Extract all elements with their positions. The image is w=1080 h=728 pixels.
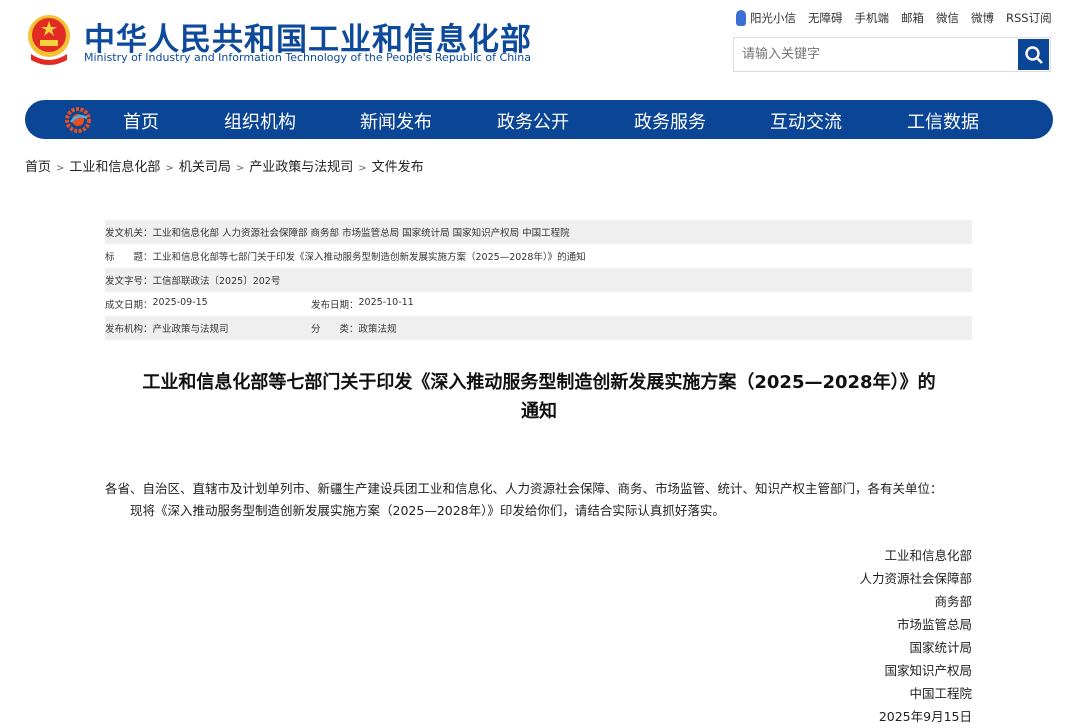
nav-gov-affairs[interactable]: 政务公开 <box>497 108 569 134</box>
search-icon <box>1024 45 1043 64</box>
breadcrumb: 首页 > 工业和信息化部 > 机关司局 > 产业政策与法规司 > 文件发布 <box>25 156 424 175</box>
breadcrumb-policy-dept[interactable]: 产业政策与法规司 <box>249 160 353 175</box>
info-row-docno: 发文字号： 工信部联政法〔2025〕202号 <box>105 268 972 292</box>
paragraph: 现将《深入推动服务型制造创新发展实施方案（2025—2028年）》印发给你们，请… <box>105 503 725 518</box>
link-rss[interactable]: RSS订阅 <box>1006 10 1052 26</box>
breadcrumb-separator: > <box>235 163 245 174</box>
nav-organization[interactable]: 组织机构 <box>224 108 296 134</box>
national-emblem-icon <box>28 15 70 65</box>
link-mail[interactable]: 邮箱 <box>901 10 924 26</box>
breadcrumb-ministry[interactable]: 工业和信息化部 <box>69 160 160 175</box>
signature-date: 2025年9月15日 <box>878 709 972 724</box>
article-body: 各省、自治区、直辖市及计划单列市、新疆生产建设兵团工业和信息化、人力资源社会保障… <box>105 478 943 522</box>
signatures: 工业和信息化部 人力资源社会保障部 商务部 市场监管总局 国家统计局 国家知识产… <box>859 544 972 728</box>
nav-gov-services[interactable]: 政务服务 <box>634 108 706 134</box>
info-row-title: 标 题： 工业和信息化部等七部门关于印发《深入推动服务型制造创新发展实施方案（20… <box>105 252 586 263</box>
breadcrumb-separator: > <box>165 163 174 174</box>
salutation: 各省、自治区、直辖市及计划单列市、新疆生产建设兵团工业和信息化、人力资源社会保障… <box>105 481 943 496</box>
search-input[interactable] <box>734 38 1017 71</box>
mascot-icon <box>736 10 746 26</box>
article-title: 工业和信息化部等七部门关于印发《深入推动服务型制造创新发展实施方案（2025—2… <box>142 372 936 422</box>
nav-home[interactable]: 首页 <box>123 108 159 134</box>
link-accessibility[interactable]: 无障碍 <box>808 10 843 26</box>
link-sunshine[interactable]: 阳光小信 <box>750 10 796 26</box>
breadcrumb-departments[interactable]: 机关司局 <box>179 160 231 175</box>
site-title-en: Ministry of Industry and Information Tec… <box>84 51 531 64</box>
breadcrumb-documents[interactable]: 文件发布 <box>372 160 424 175</box>
document-info-table: 发文机关： 工业和信息化部 人力资源社会保障部 商务部 市场监管总局 国家统计局 … <box>105 220 972 340</box>
top-links: 阳光小信 无障碍 手机端 邮箱 微信 微博 RSS订阅 <box>736 10 1052 26</box>
site-logo-icon <box>65 107 91 133</box>
link-wechat[interactable]: 微信 <box>936 10 959 26</box>
nav-data[interactable]: 工信数据 <box>907 108 979 134</box>
info-row-issuer: 发文机关： 工业和信息化部 人力资源社会保障部 商务部 市场监管总局 国家统计局 … <box>105 220 972 244</box>
search-box <box>733 37 1051 72</box>
main-nav: 首页 组织机构 新闻发布 政务公开 政务服务 互动交流 工信数据 <box>25 100 1053 139</box>
nav-interaction[interactable]: 互动交流 <box>770 108 842 134</box>
link-mobile[interactable]: 手机端 <box>855 10 890 26</box>
search-button[interactable] <box>1018 39 1049 70</box>
info-row-dates: 成文日期： 2025-09-15 发布日期： 2025-10-11 <box>105 297 414 311</box>
info-row-org: 发布机构： 产业政策与法规司分 类： 政策法规 <box>105 316 972 340</box>
link-weibo[interactable]: 微博 <box>971 10 994 26</box>
breadcrumb-home[interactable]: 首页 <box>25 160 51 175</box>
breadcrumb-separator: > <box>56 163 65 174</box>
breadcrumb-separator: > <box>358 163 367 174</box>
nav-news[interactable]: 新闻发布 <box>360 108 432 134</box>
